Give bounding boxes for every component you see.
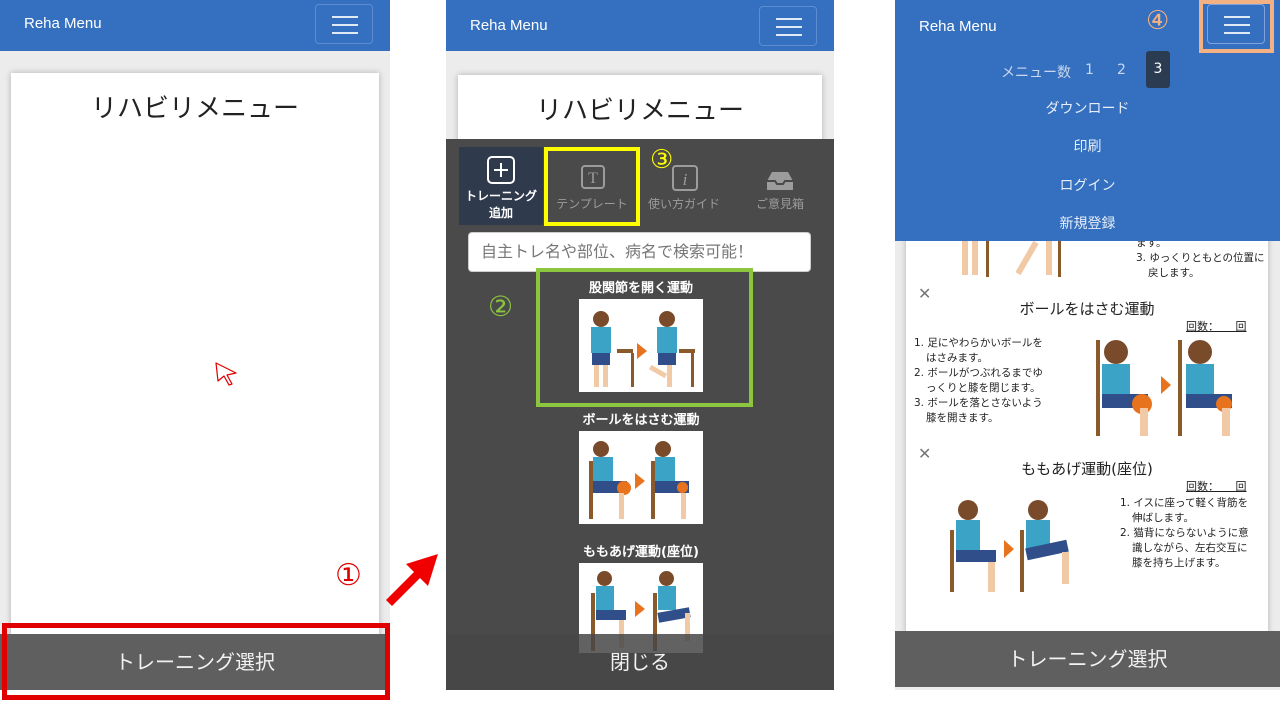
highlight-orange (1199, 0, 1274, 53)
step-text: 2. ボールがつぶれるまでゆ (914, 367, 1043, 379)
step-marker-1: ① (335, 558, 362, 593)
step-text: 3. ボールを落とさないよう (914, 397, 1043, 409)
add-training-label-2: 追加 (488, 206, 513, 220)
rehab-menu-sheet: リハビリメニュー (11, 73, 379, 653)
repetition-count-label: 回数： 回 (1186, 480, 1247, 493)
search-input[interactable]: 自主トレ名や部位、病名で検索可能！ (468, 232, 811, 272)
step-text: 伸ばします。 (1132, 512, 1194, 524)
step-text: 膝を持ち上げます。 (1132, 557, 1226, 569)
usage-guide-label: 使い方ガイド (647, 197, 720, 211)
repetition-count-label: 回数： 回 (1186, 320, 1247, 333)
step-text: 2. 猫背にならないように意 (1120, 527, 1249, 539)
training-picker-overlay: トレーニング 追加 T テンプレート i 使い方ガイド ご意見箱 自主トレ名や部… (446, 139, 834, 690)
partial-step-text: 戻します。 (1148, 267, 1200, 279)
svg-text:i: i (683, 170, 688, 189)
login-link[interactable]: ログイン (895, 175, 1280, 195)
menu-count-label: メニュー数 (1001, 65, 1071, 81)
partial-step-text: 3. ゆっくりともとの位置に (1136, 252, 1265, 264)
step-text: っくりと膝を閉じます。 (926, 382, 1041, 394)
exercise-title: ボールをはさむ運動 (582, 413, 700, 428)
signup-link[interactable]: 新規登録 (895, 213, 1280, 233)
highlight-red (2, 623, 390, 700)
menu-count-option-active[interactable]: 3 (1146, 51, 1170, 88)
feedback-box-button[interactable]: ご意見箱 (738, 147, 822, 225)
add-training-button[interactable]: トレーニング 追加 (459, 147, 543, 225)
info-icon: i (672, 165, 698, 191)
step-text: 膝を開きます。 (926, 412, 999, 424)
step-text: 1. 足にやわらかいボールを (914, 337, 1043, 349)
exercise-section-title: ボールをはさむ運動 (1019, 300, 1155, 318)
rehab-menu-sheet: ます。 3. ゆっくりともとの位置に 戻します。 ✕ ボールをはさむ運動 回数：… (906, 200, 1268, 634)
inbox-icon (767, 172, 793, 190)
step-marker-2: ② (488, 290, 514, 323)
add-training-label-1: トレーニング (464, 189, 537, 203)
brand-logo[interactable]: Reha Menu (24, 15, 102, 32)
page-title: リハビリメニュー (535, 96, 744, 126)
screen-menu-open: ます。 3. ゆっくりともとの位置に 戻します。 ✕ ボールをはさむ運動 回数：… (895, 0, 1280, 690)
download-link[interactable]: ダウンロード (895, 98, 1280, 118)
step-text: 1. イスに座って軽く背筋を (1120, 497, 1249, 509)
highlight-yellow (544, 147, 640, 226)
arrow-up-right-icon (386, 554, 438, 606)
menu-count-option[interactable]: 1 (1085, 62, 1094, 78)
screen-initial: Reha Menu リハビリメニュー トレーニング選択 (0, 0, 390, 690)
feedback-box-label: ご意見箱 (755, 197, 804, 211)
step-marker-4: ④ (1146, 6, 1170, 36)
page-title: リハビリメニュー (90, 94, 299, 124)
navbar: Reha Menu (0, 0, 390, 51)
menu-toggle-button[interactable] (315, 4, 373, 44)
training-select-button[interactable]: トレーニング選択 (895, 631, 1280, 687)
highlight-green (536, 268, 753, 407)
menu-count-option[interactable]: 2 (1117, 62, 1126, 78)
step-text: 識しながら、左右交互に (1132, 542, 1248, 554)
menu-toggle-button[interactable] (759, 6, 817, 46)
step-marker-3: ③ (650, 145, 674, 175)
mouse-pointer-icon (215, 362, 237, 386)
step-text: はさみます。 (926, 352, 988, 364)
exercise-card[interactable]: ボールをはさむ運動 (576, 409, 706, 524)
exercise-section-title: ももあげ運動(座位) (1021, 460, 1153, 478)
brand-logo[interactable]: Reha Menu (470, 17, 548, 34)
navbar: Reha Menu (446, 0, 834, 51)
exercise-illustration (579, 431, 703, 524)
print-link[interactable]: 印刷 (895, 136, 1280, 156)
plus-square-icon (487, 156, 515, 184)
close-button[interactable]: 閉じる (446, 634, 834, 690)
brand-logo[interactable]: Reha Menu (919, 18, 997, 35)
exercise-title: ももあげ運動(座位) (583, 545, 699, 560)
